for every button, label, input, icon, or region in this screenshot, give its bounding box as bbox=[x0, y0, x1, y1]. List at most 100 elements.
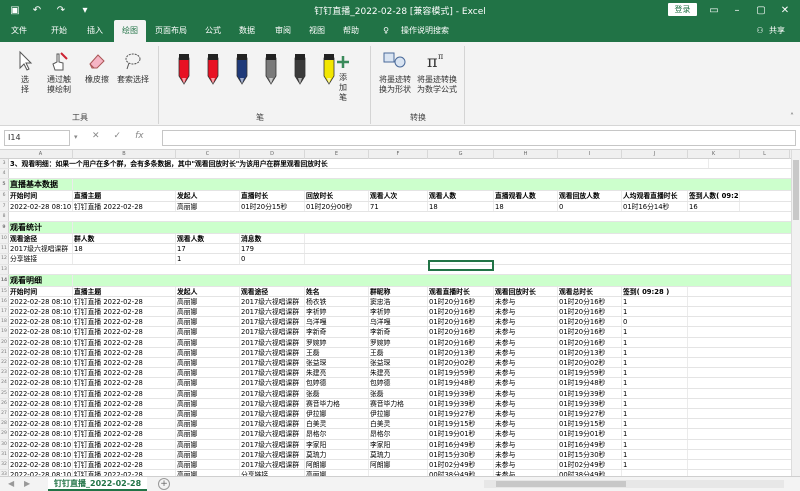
row-header[interactable]: 19 bbox=[0, 327, 9, 337]
cell[interactable]: 2017级六视唱课群 bbox=[240, 307, 305, 317]
tab-draw[interactable]: 绘图 bbox=[114, 20, 146, 42]
cell[interactable]: 2017级六视唱课群 bbox=[240, 429, 305, 439]
cell[interactable]: 2017级六视唱课群 bbox=[240, 358, 305, 368]
cell[interactable]: 3、观看明细：如果一个用户在多个群，会有多条数据，其中"观看回放时长"为该用户在… bbox=[9, 159, 709, 169]
tab-view[interactable]: 视图 bbox=[304, 20, 330, 42]
cell[interactable]: 包婷德 bbox=[305, 378, 369, 388]
column-header-L[interactable]: L bbox=[740, 150, 790, 159]
formula-input[interactable] bbox=[162, 130, 796, 146]
minimize-icon[interactable]: – bbox=[730, 3, 744, 17]
login-button[interactable]: 登录 bbox=[668, 3, 697, 16]
horizontal-scrollbar[interactable] bbox=[484, 480, 784, 488]
cell[interactable]: 71 bbox=[369, 201, 428, 211]
cell[interactable]: 赛音毕力格 bbox=[305, 398, 369, 408]
cell[interactable]: 直播主题 bbox=[73, 286, 176, 296]
cell[interactable]: 01时19分27秒 bbox=[558, 408, 622, 419]
cell[interactable]: 直播基本数据 bbox=[9, 179, 73, 191]
cell[interactable]: 1 bbox=[622, 439, 688, 449]
cell[interactable]: 01时19分01秒 bbox=[558, 429, 622, 439]
cell[interactable]: 2022-02-28 08:10 bbox=[9, 378, 73, 388]
cell[interactable]: 观看回放时长 bbox=[494, 286, 558, 296]
cell[interactable]: 高丽娜 bbox=[176, 439, 240, 449]
lasso-select-button[interactable]: 套索选择 bbox=[116, 50, 150, 85]
column-header-B[interactable]: B bbox=[73, 150, 176, 159]
row-header[interactable]: 25 bbox=[0, 388, 9, 398]
tab-data[interactable]: 数据 bbox=[234, 20, 260, 42]
cell[interactable]: 高丽娜 bbox=[176, 317, 240, 327]
cell[interactable]: 2022-02-28 08:10 bbox=[9, 439, 73, 449]
cell[interactable]: 乌洋嘎 bbox=[369, 317, 428, 327]
row-header[interactable]: 17 bbox=[0, 307, 9, 317]
cell[interactable]: 张益琛 bbox=[369, 358, 428, 368]
cell[interactable]: 2022-02-28 08:10 bbox=[9, 419, 73, 429]
cell[interactable]: 1 bbox=[622, 398, 688, 408]
cell[interactable]: 2022-02-28 08:10 bbox=[9, 327, 73, 337]
cell[interactable]: 观看直播时长 bbox=[428, 286, 494, 296]
tab-review[interactable]: 审阅 bbox=[270, 20, 296, 42]
row-header[interactable]: 22 bbox=[0, 358, 9, 368]
cell[interactable]: 白美灵 bbox=[305, 419, 369, 429]
row-header[interactable]: 6 bbox=[0, 191, 9, 201]
share-button[interactable]: 共享 bbox=[766, 20, 788, 42]
ink-to-shape-button[interactable]: 将墨迹转换为形状 bbox=[376, 50, 414, 95]
cell[interactable]: 1 bbox=[622, 388, 688, 398]
tell-me-search[interactable]: 操作说明搜索 bbox=[394, 20, 456, 42]
row-header[interactable]: 15 bbox=[0, 286, 9, 296]
cell[interactable]: 回放时长 bbox=[305, 191, 369, 201]
cell[interactable]: 未参与 bbox=[494, 439, 558, 449]
cell[interactable]: 2022-02-28 08:10 bbox=[9, 296, 73, 307]
cell[interactable]: 01时19分39秒 bbox=[558, 388, 622, 398]
cell[interactable]: 2017级六视唱课群 bbox=[240, 449, 305, 459]
cell[interactable]: 钉钉直播 2022-02-28 bbox=[73, 408, 176, 419]
cell[interactable]: 2017级六视唱课群 bbox=[240, 419, 305, 429]
cell[interactable]: 1 bbox=[622, 459, 688, 470]
cell[interactable]: 钉钉直播 2022-02-28 bbox=[73, 449, 176, 459]
row-header[interactable]: 31 bbox=[0, 449, 9, 459]
cell[interactable]: 钉钉直播 2022-02-28 bbox=[73, 317, 176, 327]
cell[interactable]: 2022-02-28 08:10 bbox=[9, 337, 73, 347]
cell[interactable]: 观看总时长 bbox=[558, 286, 622, 296]
row-header[interactable]: 3 bbox=[0, 159, 9, 169]
cell[interactable]: 01时16分49秒 bbox=[558, 439, 622, 449]
cell[interactable]: 2017级六视唱课群 bbox=[240, 368, 305, 378]
cell[interactable]: 钉钉直播 2022-02-28 bbox=[73, 201, 176, 211]
cell[interactable]: 昂格尔 bbox=[305, 429, 369, 439]
row-header[interactable]: 12 bbox=[0, 254, 9, 264]
cell[interactable] bbox=[73, 254, 176, 264]
cell[interactable]: 包婷德 bbox=[369, 378, 428, 388]
cancel-icon[interactable]: ✕ bbox=[92, 131, 100, 141]
cell[interactable]: 钉钉直播 2022-02-28 bbox=[73, 388, 176, 398]
cell[interactable]: 高丽娜 bbox=[176, 307, 240, 317]
cell[interactable]: 李祈婷 bbox=[305, 307, 369, 317]
prev-sheet-icon[interactable]: ◀ bbox=[8, 479, 14, 488]
cell[interactable]: 群昵称 bbox=[369, 286, 428, 296]
cell[interactable]: 未参与 bbox=[494, 317, 558, 327]
cell[interactable]: 16 bbox=[688, 201, 740, 211]
cell[interactable]: 分享链接 bbox=[9, 254, 73, 264]
cell[interactable]: 2022-02-28 08:10 bbox=[9, 388, 73, 398]
row-header[interactable]: 7 bbox=[0, 201, 9, 211]
cell[interactable]: 钉钉直播 2022-02-28 bbox=[73, 398, 176, 408]
cell[interactable]: 钉钉直播 2022-02-28 bbox=[73, 459, 176, 470]
cell[interactable]: 阿朗娜 bbox=[369, 459, 428, 470]
cell[interactable]: 赛音毕力格 bbox=[369, 398, 428, 408]
cell[interactable]: 01时02分49秒 bbox=[558, 459, 622, 470]
cell[interactable]: 2022-02-28 08:10 bbox=[9, 201, 73, 211]
row-header[interactable]: 11 bbox=[0, 244, 9, 254]
cell[interactable]: 钉钉直播 2022-02-28 bbox=[73, 439, 176, 449]
cell[interactable]: 伊拉娜 bbox=[369, 408, 428, 419]
cell[interactable]: 01时20分16秒 bbox=[558, 296, 622, 307]
ribbon-display-options-icon[interactable]: ▭ bbox=[707, 3, 721, 17]
cell[interactable]: 2017级六视唱课群 bbox=[9, 244, 73, 254]
cell[interactable]: 人均观看直播时长 bbox=[622, 191, 688, 201]
undo-icon[interactable]: ↶ bbox=[30, 3, 44, 17]
row-header[interactable]: 18 bbox=[0, 317, 9, 327]
cell[interactable]: 1 bbox=[622, 429, 688, 439]
cell[interactable]: 李祈婷 bbox=[369, 307, 428, 317]
cell[interactable]: 未参与 bbox=[494, 408, 558, 419]
pen-5-icon[interactable] bbox=[292, 52, 308, 85]
column-header-A[interactable]: A bbox=[9, 150, 73, 159]
vertical-scroll-thumb[interactable] bbox=[793, 160, 799, 220]
tab-home[interactable]: 开始 bbox=[46, 20, 72, 42]
cell[interactable]: 未参与 bbox=[494, 296, 558, 307]
